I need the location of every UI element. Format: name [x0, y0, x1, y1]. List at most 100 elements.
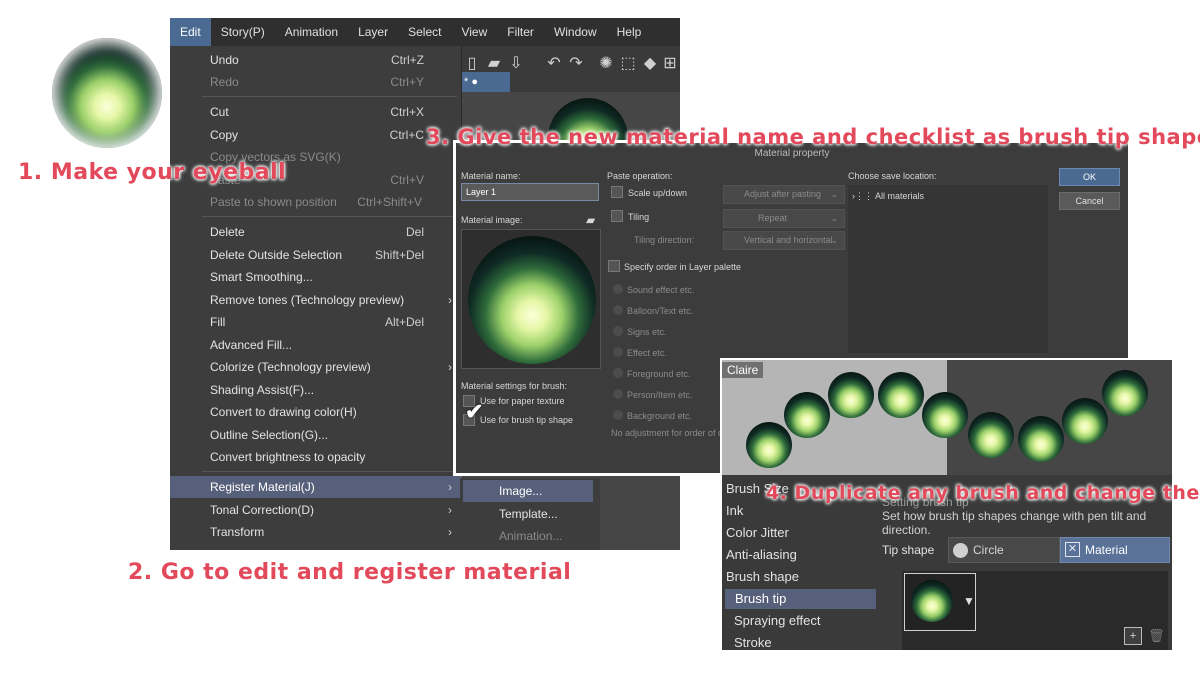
category-brush-tip[interactable]: Brush tip: [725, 589, 876, 609]
circle-icon: [953, 543, 968, 558]
redo-icon[interactable]: ↷: [566, 54, 586, 74]
new-file-icon[interactable]: ▯: [462, 54, 482, 74]
menu-item-delete[interactable]: Delete Del: [170, 221, 462, 243]
step-3-label: 3. Give the new material name and checkl…: [426, 125, 1200, 149]
menu-item-transform[interactable]: Transform ›: [170, 521, 462, 543]
repeat-dropdown[interactable]: Repeat ⌄: [723, 209, 845, 228]
menu-edit[interactable]: Edit: [170, 18, 211, 46]
loading-icon[interactable]: ✺: [596, 54, 616, 74]
step-2-label: 2. Go to edit and register material: [128, 560, 572, 585]
menu-item-register-material[interactable]: Register Material(J) ›: [170, 476, 462, 498]
menu-animation[interactable]: Animation: [275, 18, 348, 46]
paste-operation-label: Paste operation:: [607, 171, 673, 181]
checkmark-icon: ✔: [465, 399, 484, 424]
edit-dropdown-menu: Undo Ctrl+Z Redo Ctrl+Y Cut Ctrl+X Copy Ctrl…: [170, 46, 462, 550]
menu-item-smart-smoothing[interactable]: Smart Smoothing...: [170, 266, 462, 288]
scale-label: Scale up/down: [628, 188, 688, 198]
tip-shape-circle-button[interactable]: Circle: [948, 537, 1060, 563]
menu-item-shading-assist[interactable]: Shading Assist(F)...: [170, 379, 462, 401]
add-tip-icon[interactable]: +: [1124, 627, 1142, 645]
tree-expand-icon[interactable]: ›⋮⋮: [852, 191, 875, 201]
tip-menu-icon[interactable]: ▼: [963, 594, 975, 608]
menu-item-colorize[interactable]: Colorize (Technology preview) ›: [170, 356, 462, 378]
no-adjustment-text: No adjustment for order of ove: [611, 428, 733, 438]
submenu-arrow-icon: ›: [448, 525, 452, 539]
material-name-input[interactable]: Layer 1: [461, 183, 599, 201]
tiling-direction-dropdown[interactable]: Vertical and horizontal ⌄: [723, 231, 845, 250]
menu-item-undo[interactable]: Undo Ctrl+Z: [170, 49, 462, 71]
brush-tip-list: ▼ + 🗑: [902, 571, 1168, 650]
material-icon: ✕: [1065, 542, 1080, 557]
scale-checkbox[interactable]: [611, 186, 623, 198]
cancel-button[interactable]: Cancel: [1059, 192, 1120, 210]
menu-item-advanced-fill[interactable]: Advanced Fill...: [170, 334, 462, 356]
menu-help[interactable]: Help: [607, 18, 652, 46]
category-stroke[interactable]: Stroke: [734, 633, 772, 650]
save-location-tree[interactable]: ›⋮⋮ All materials: [848, 185, 1048, 353]
adjust-dropdown[interactable]: Adjust after pasting ⌄: [723, 185, 845, 204]
radio-button[interactable]: [613, 368, 623, 378]
menu-item-tonal-correction[interactable]: Tonal Correction(D) ›: [170, 499, 462, 521]
stroke-eyeball: [878, 372, 924, 418]
menu-window[interactable]: Window: [544, 18, 607, 46]
menu-item-cut[interactable]: Cut Ctrl+X: [170, 101, 462, 123]
brush-tip-label: Use for brush tip shape: [480, 415, 574, 425]
stroke-eyeball: [1062, 398, 1108, 444]
document-tab[interactable]: * ●: [460, 72, 510, 92]
category-ink[interactable]: Ink: [726, 501, 743, 521]
brush-stroke-preview: Claire: [722, 360, 1172, 475]
category-spraying-effect[interactable]: Spraying effect: [734, 611, 820, 631]
radio-button[interactable]: [613, 284, 623, 294]
tip-eyeball: [911, 580, 953, 622]
category-anti-aliasing[interactable]: Anti-aliasing: [726, 545, 797, 565]
separator: [202, 96, 457, 97]
menu-view[interactable]: View: [451, 18, 497, 46]
eyeball-artwork: [52, 38, 162, 148]
undo-icon[interactable]: ↶: [544, 54, 564, 74]
category-color-jitter[interactable]: Color Jitter: [726, 523, 789, 543]
stroke-eyeball: [746, 422, 792, 468]
category-brush-shape[interactable]: Brush shape: [726, 567, 799, 587]
stroke-eyeball: [922, 392, 968, 438]
menu-item-copy[interactable]: Copy Ctrl+C: [170, 124, 462, 146]
radio-button[interactable]: [613, 347, 623, 357]
menu-layer[interactable]: Layer: [348, 18, 398, 46]
menu-item-fill[interactable]: Fill Alt+Del: [170, 311, 462, 333]
crop-icon[interactable]: ⊞: [660, 54, 680, 74]
menu-story[interactable]: Story(P): [211, 18, 275, 46]
submenu-item-image[interactable]: Image...: [463, 480, 593, 502]
radio-button[interactable]: [613, 410, 623, 420]
menu-select[interactable]: Select: [398, 18, 451, 46]
specify-order-checkbox[interactable]: [608, 260, 620, 272]
menu-item-remove-tones[interactable]: Remove tones (Technology preview) ›: [170, 289, 462, 311]
folder-icon[interactable]: ▰: [586, 213, 595, 227]
radio-label: Person/Item etc.: [627, 390, 693, 400]
tree-item-all-materials[interactable]: ›⋮⋮ All materials: [852, 191, 924, 202]
menu-item-convert-brightness[interactable]: Convert brightness to opacity: [170, 446, 462, 468]
register-material-submenu: Image... Template... Animation...: [460, 478, 600, 550]
tiling-checkbox[interactable]: [611, 210, 623, 222]
radio-label: Signs etc.: [627, 327, 667, 337]
ok-button[interactable]: OK: [1059, 168, 1120, 186]
menu-item-delete-outside[interactable]: Delete Outside Selection Shift+Del: [170, 244, 462, 266]
brush-settings-label: Material settings for brush:: [461, 381, 568, 391]
radio-button[interactable]: [613, 305, 623, 315]
menu-filter[interactable]: Filter: [497, 18, 544, 46]
delete-tip-icon[interactable]: 🗑: [1148, 627, 1165, 645]
selection-icon[interactable]: ⬚: [618, 54, 638, 74]
menu-item-convert-drawing-color[interactable]: Convert to drawing color(H): [170, 401, 462, 423]
fill-icon[interactable]: ◆: [640, 54, 660, 74]
radio-button[interactable]: [613, 326, 623, 336]
menu-item-redo: Redo Ctrl+Y: [210, 75, 424, 89]
tip-shape-material-button[interactable]: ✕ Material: [1060, 537, 1170, 563]
submenu-item-template[interactable]: Template...: [463, 503, 593, 525]
export-icon[interactable]: ⇩: [506, 54, 526, 74]
menu-item-outline-selection[interactable]: Outline Selection(G)...: [170, 424, 462, 446]
step-4-label: 4. Duplicate any brush and change the ti…: [766, 482, 1200, 504]
brush-tip-thumbnail[interactable]: ▼: [904, 573, 976, 631]
open-folder-icon[interactable]: ▰: [484, 54, 504, 74]
material-image-label: Material image:: [461, 215, 523, 225]
radio-button[interactable]: [613, 389, 623, 399]
radio-label: Foreground etc.: [627, 369, 691, 379]
save-location-label: Choose save location:: [848, 171, 937, 181]
